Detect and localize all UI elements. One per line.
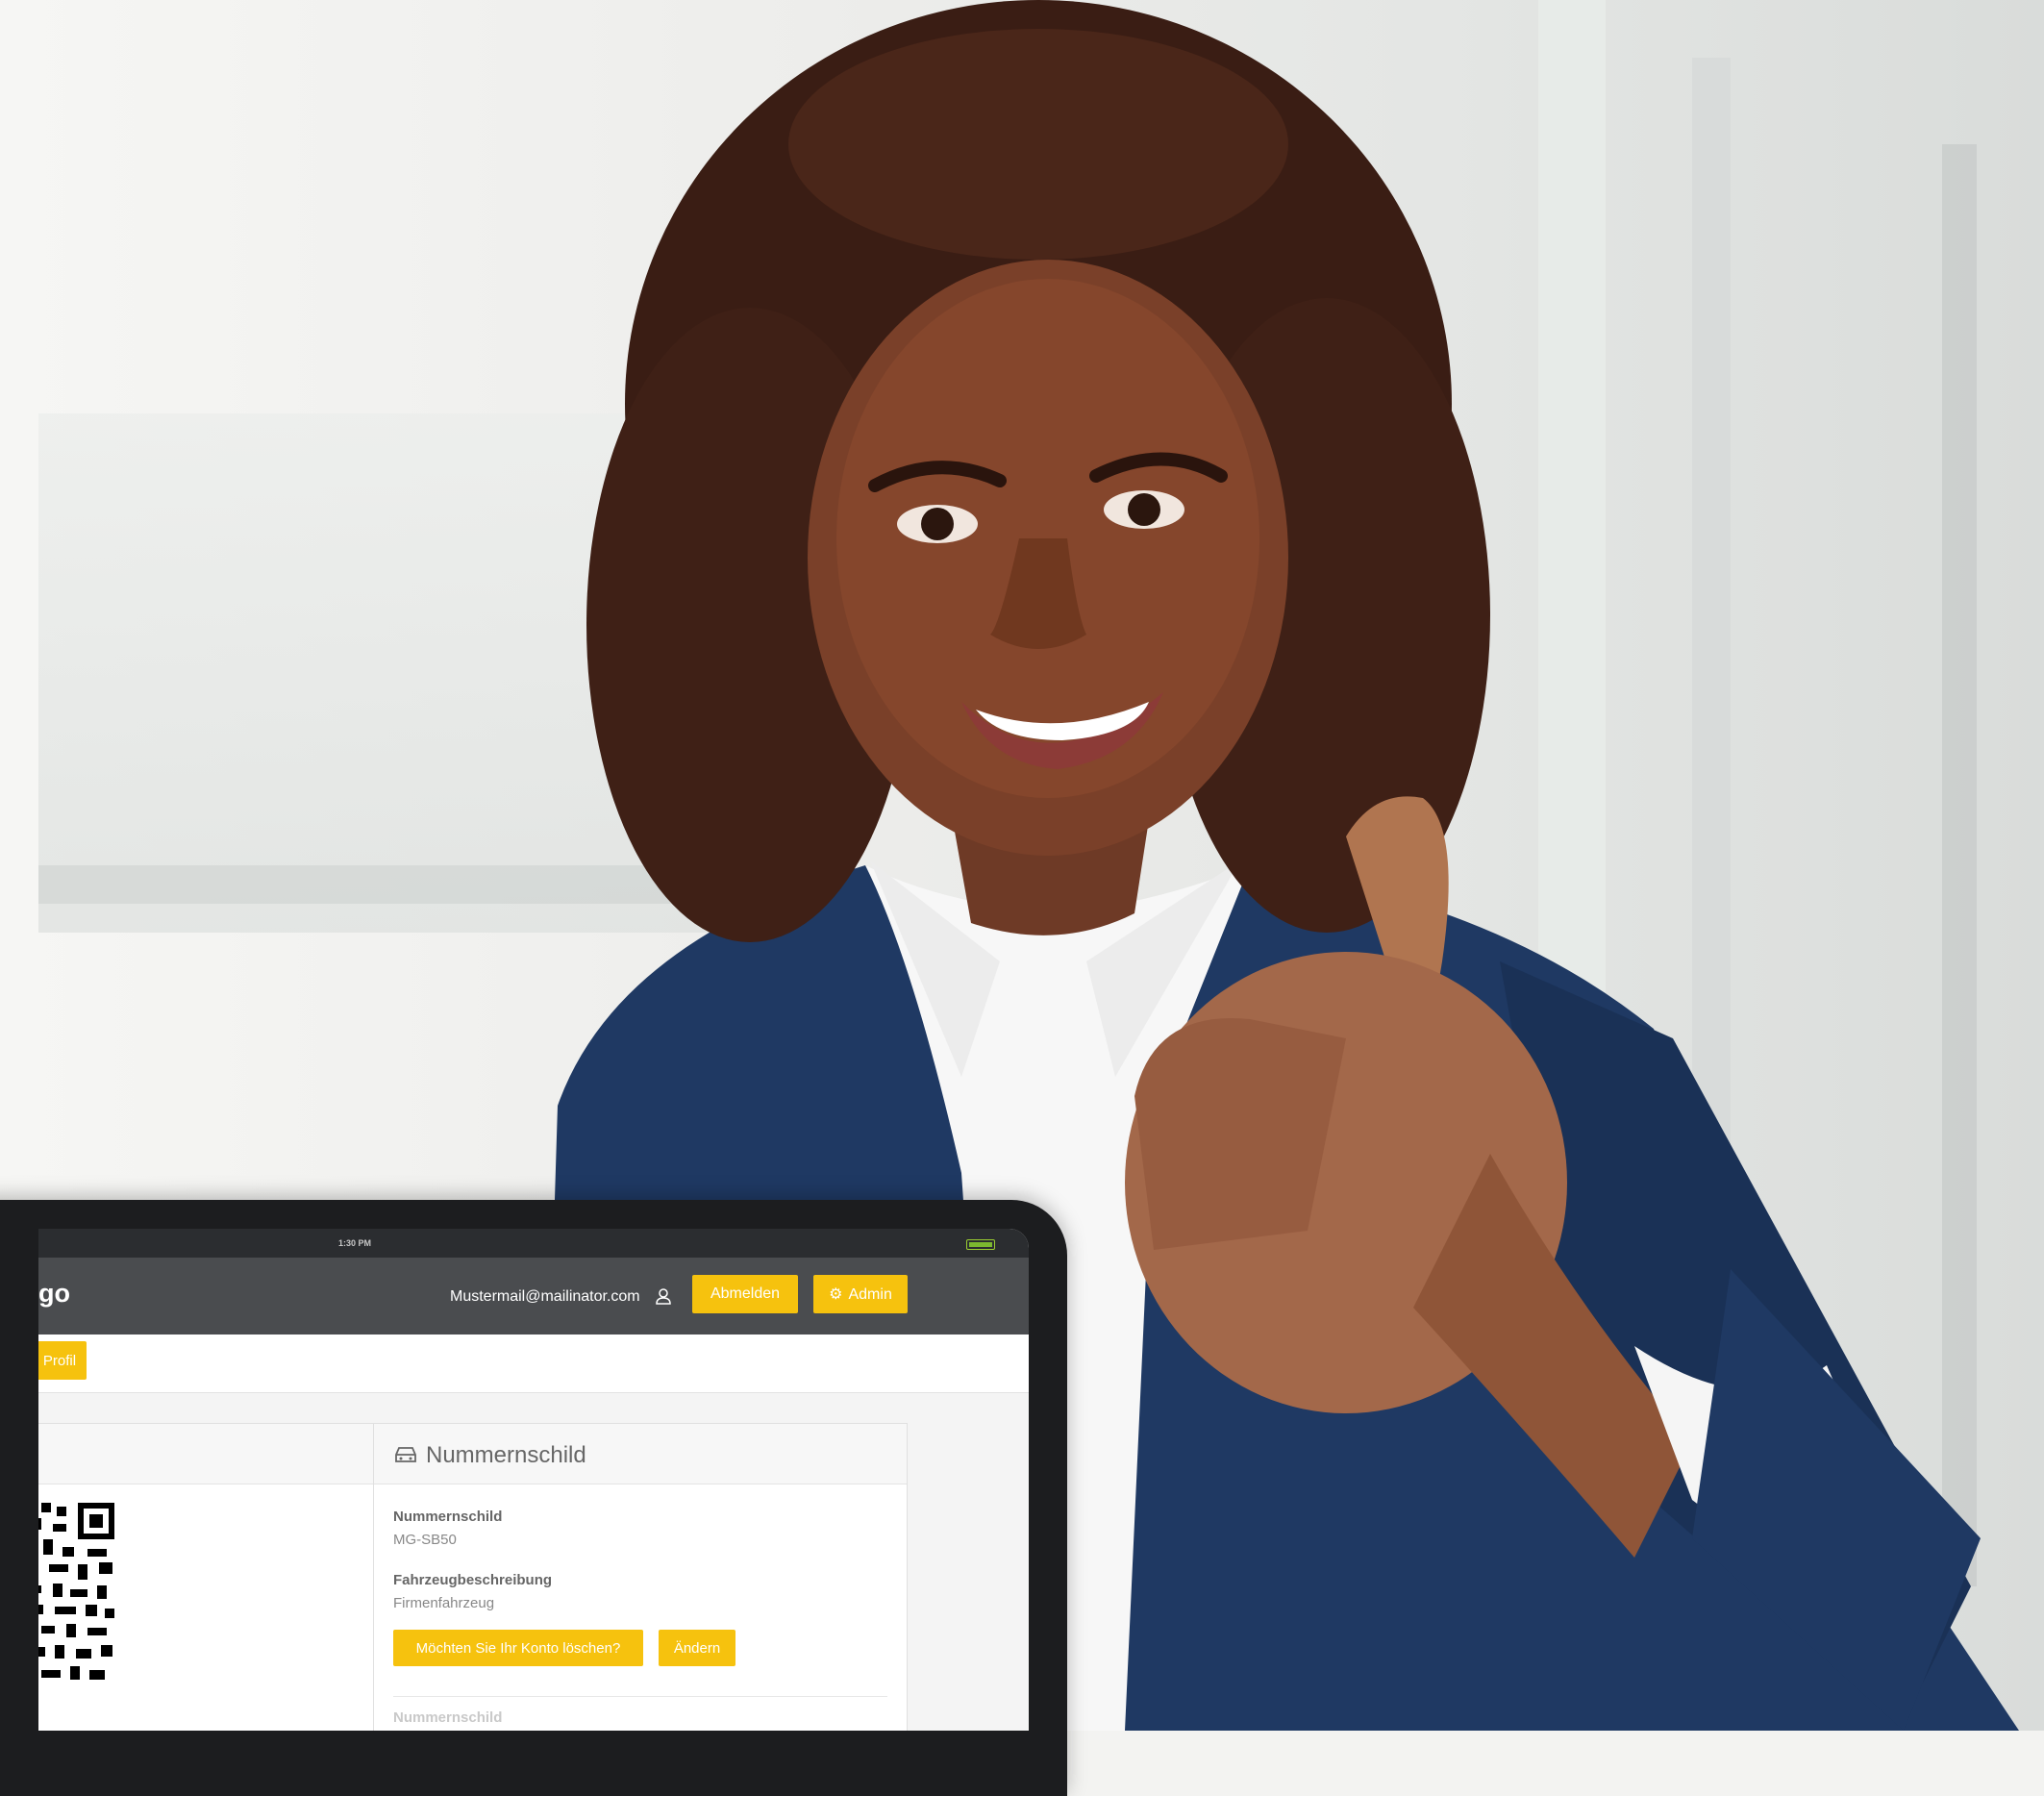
qr-card-header: [38, 1424, 382, 1484]
delete-account-button[interactable]: Möchten Sie Ihr Konto löschen?: [393, 1630, 643, 1666]
plate-value: MG-SB50: [393, 1532, 457, 1548]
qr-card: [38, 1423, 383, 1731]
user-email: Mustermail@mailinator.com: [450, 1288, 640, 1305]
user-icon[interactable]: [655, 1287, 672, 1305]
next-plate-label: Nummernschild: [393, 1709, 503, 1726]
car-icon: [395, 1447, 416, 1462]
battery-icon: [966, 1239, 995, 1250]
change-button[interactable]: Ändern: [659, 1630, 735, 1666]
device-status-bar: 1:30 PM: [38, 1229, 1029, 1258]
app-header: go Mustermail@mailinator.com Abmelden ⚙ A…: [38, 1258, 1029, 1335]
admin-button[interactable]: ⚙ Admin: [813, 1275, 908, 1313]
license-plate-card-title: Nummernschild: [426, 1442, 586, 1468]
qr-code: [38, 1501, 116, 1693]
license-plate-card: Nummernschild Nummernschild MG-SB50 Fahr…: [373, 1423, 908, 1731]
logout-button[interactable]: Abmelden: [692, 1275, 798, 1313]
card-divider: [393, 1696, 887, 1697]
tablet-screen: 1:30 PM go Mustermail@mailinator.com Abm…: [38, 1229, 1029, 1731]
tab-bar: Profil: [38, 1335, 1029, 1393]
vehicle-description-label: Fahrzeugbeschreibung: [393, 1572, 553, 1588]
license-plate-card-header: Nummernschild: [374, 1424, 907, 1484]
admin-button-label: Admin: [848, 1286, 892, 1303]
brand-logo[interactable]: go: [38, 1279, 70, 1309]
gear-icon: ⚙: [829, 1286, 843, 1303]
vehicle-description-value: Firmenfahrzeug: [393, 1595, 495, 1611]
status-time: 1:30 PM: [338, 1238, 372, 1248]
plate-label: Nummernschild: [393, 1509, 503, 1525]
tab-profile[interactable]: Profil: [38, 1341, 87, 1380]
